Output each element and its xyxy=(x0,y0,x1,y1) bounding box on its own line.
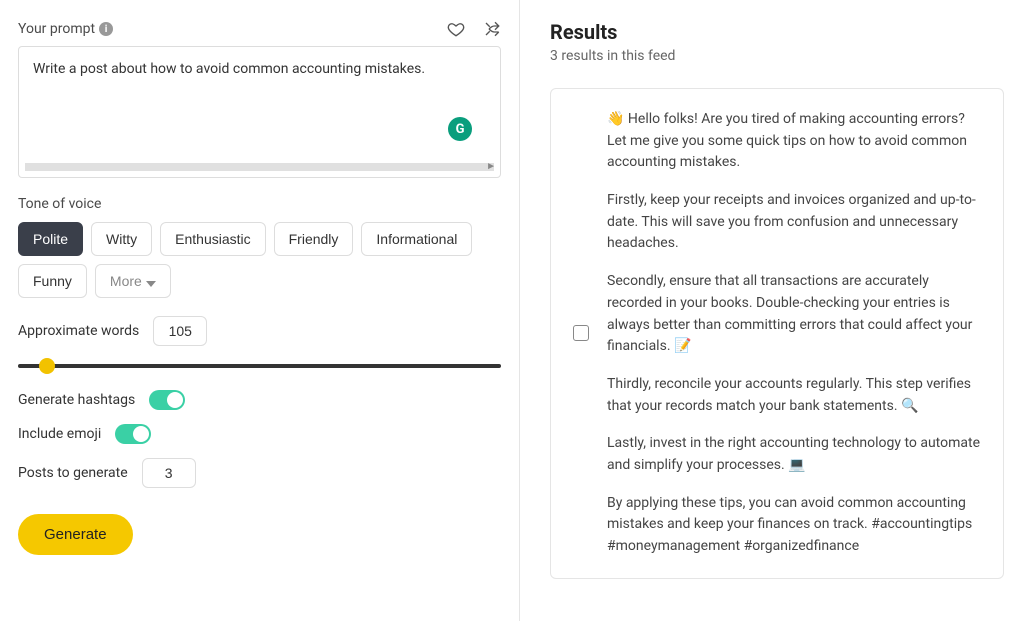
hashtags-label: Generate hashtags xyxy=(18,392,135,408)
result-text: 👋 Hello folks! Are you tired of making a… xyxy=(607,109,981,558)
tone-funny[interactable]: Funny xyxy=(18,264,87,298)
tone-informational[interactable]: Informational xyxy=(361,222,472,256)
tone-options: PoliteWittyEnthusiastic FriendlyInformati… xyxy=(18,222,501,298)
result-paragraph: Firstly, keep your receipts and invoices… xyxy=(607,190,981,255)
scroll-thumb[interactable] xyxy=(25,163,494,171)
shuffle-icon[interactable] xyxy=(483,20,501,38)
posts-row: Posts to generate xyxy=(18,458,501,488)
scroll-right-icon[interactable]: ► xyxy=(486,161,496,172)
emoji-label: Include emoji xyxy=(18,426,101,442)
result-paragraph: Thirdly, reconcile your accounts regular… xyxy=(607,374,981,417)
results-subtitle: 3 results in this feed xyxy=(550,48,1004,64)
prompt-label-row: Your prompt i xyxy=(18,21,113,37)
heart-icon[interactable] xyxy=(447,20,465,38)
tone-enthusiastic[interactable]: Enthusiastic xyxy=(160,222,265,256)
emoji-row: Include emoji xyxy=(18,424,501,444)
results-title: Results xyxy=(550,20,1004,44)
chevron-down-icon xyxy=(146,276,156,286)
words-row: Approximate words xyxy=(18,316,501,346)
form-panel: Your prompt i G ◄ ► Tone of voice Polite… xyxy=(0,0,520,621)
tone-more-label: More xyxy=(110,273,142,289)
result-paragraph: Lastly, invest in the right accounting t… xyxy=(607,433,981,476)
words-input[interactable] xyxy=(153,316,207,346)
info-icon[interactable]: i xyxy=(99,22,113,36)
tone-polite[interactable]: Polite xyxy=(18,222,83,256)
generate-button[interactable]: Generate xyxy=(18,514,133,555)
words-slider-thumb[interactable] xyxy=(39,358,55,374)
hashtags-row: Generate hashtags xyxy=(18,390,501,410)
prompt-input[interactable] xyxy=(21,49,498,159)
prompt-input-wrap: G ◄ ► xyxy=(18,46,501,178)
prompt-header: Your prompt i xyxy=(18,20,501,38)
textarea-scrollbar[interactable]: ◄ ► xyxy=(25,163,494,171)
prompt-actions xyxy=(447,20,501,38)
result-paragraph: Secondly, ensure that all transactions a… xyxy=(607,271,981,358)
posts-label: Posts to generate xyxy=(18,465,128,481)
result-paragraph: 👋 Hello folks! Are you tired of making a… xyxy=(607,109,981,174)
results-panel: Results 3 results in this feed 👋 Hello f… xyxy=(520,0,1024,621)
tone-more-dropdown[interactable]: More xyxy=(95,264,171,298)
tone-friendly[interactable]: Friendly xyxy=(274,222,354,256)
posts-input[interactable] xyxy=(142,458,196,488)
result-paragraph: By applying these tips, you can avoid co… xyxy=(607,493,981,558)
emoji-toggle[interactable] xyxy=(115,424,151,444)
tone-label: Tone of voice xyxy=(18,196,501,212)
hashtags-toggle[interactable] xyxy=(149,390,185,410)
words-slider[interactable] xyxy=(18,364,501,368)
prompt-label: Your prompt xyxy=(18,21,95,37)
words-label: Approximate words xyxy=(18,323,139,339)
grammar-badge-icon[interactable]: G xyxy=(448,117,472,141)
result-card: 👋 Hello folks! Are you tired of making a… xyxy=(550,88,1004,579)
result-checkbox[interactable] xyxy=(573,325,589,341)
tone-witty[interactable]: Witty xyxy=(91,222,152,256)
results-list: 👋 Hello folks! Are you tired of making a… xyxy=(550,88,1004,579)
